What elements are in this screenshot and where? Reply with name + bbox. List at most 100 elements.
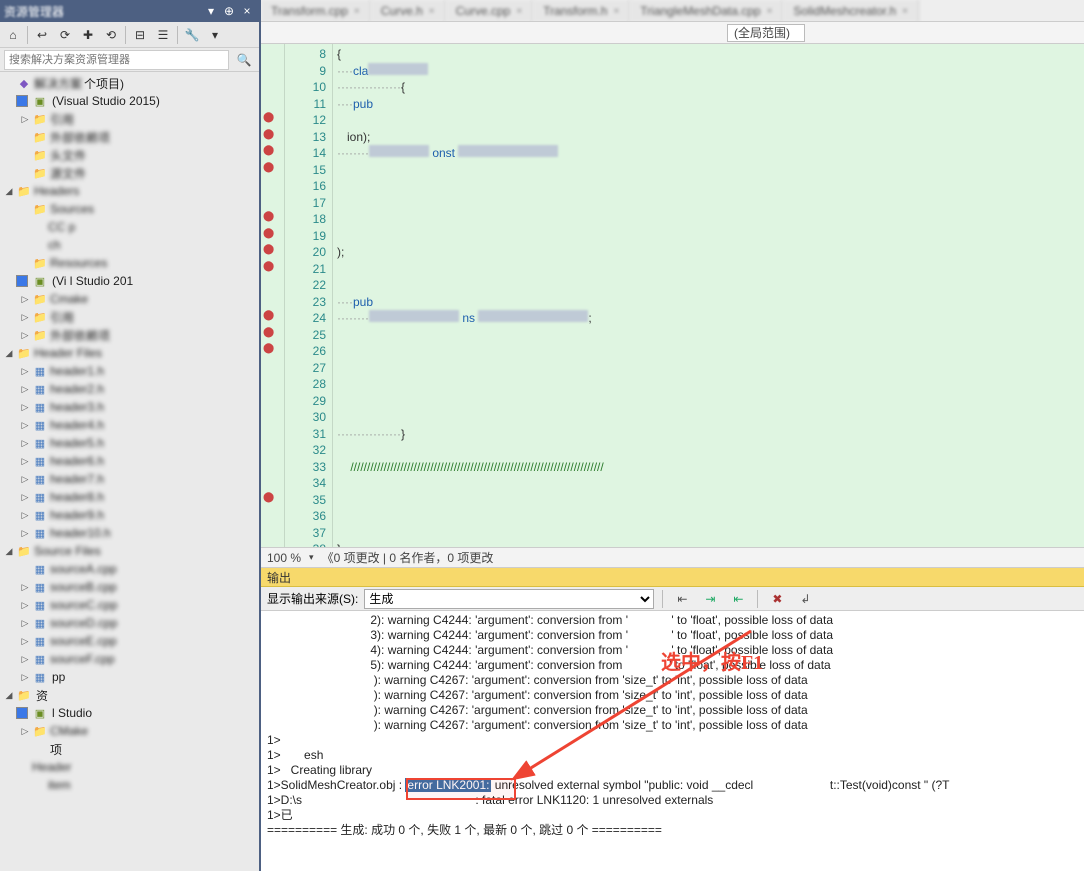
expand-arrow-icon[interactable]: ◢ — [4, 186, 14, 197]
tree-node[interactable]: ◆解决方案 个项目) — [0, 74, 259, 92]
tree-node[interactable]: ▷▦sourceE.cpp — [0, 632, 259, 650]
checkbox-icon[interactable] — [16, 707, 28, 719]
close-icon[interactable]: × — [239, 3, 255, 19]
tree-node[interactable]: ▷▦sourceF.cpp — [0, 650, 259, 668]
output-text[interactable]: 2): warning C4244: 'argument': conversio… — [261, 611, 1084, 871]
zoom-level[interactable]: 100 % — [267, 551, 301, 565]
tree-node[interactable]: 📁外部依赖项 — [0, 128, 259, 146]
search-icon[interactable]: 🔍 — [233, 49, 255, 71]
tree-node[interactable]: ▷▦header10.h — [0, 524, 259, 542]
expand-arrow-icon[interactable]: ◢ — [4, 348, 14, 359]
expand-arrow-icon[interactable]: ▷ — [20, 330, 30, 341]
expand-arrow-icon[interactable]: ◢ — [4, 546, 14, 557]
refresh-icon[interactable]: ⟲ — [100, 24, 122, 46]
tree-node[interactable]: 📁Resources — [0, 254, 259, 272]
expand-arrow-icon[interactable]: ▷ — [20, 654, 30, 665]
expand-arrow-icon[interactable]: ▷ — [20, 294, 30, 305]
breakpoint-icon[interactable]: ⬤ — [263, 112, 283, 126]
goto-message-icon[interactable]: ⇥ — [699, 589, 721, 609]
tree-node[interactable]: CC p — [0, 218, 259, 236]
tree-node[interactable]: ▷▦header3.h — [0, 398, 259, 416]
expand-arrow-icon[interactable]: ▷ — [20, 726, 30, 737]
editor-tab[interactable]: Transform.cpp× — [261, 0, 371, 22]
breakpoint-icon[interactable]: ⬤ — [263, 310, 283, 324]
tree-node[interactable]: 项 — [0, 740, 259, 758]
pin-icon[interactable]: ⊕ — [221, 3, 237, 19]
expand-arrow-icon[interactable]: ▷ — [20, 672, 30, 683]
search-input[interactable] — [4, 50, 229, 70]
goto-prev-icon[interactable]: ⇤ — [671, 589, 693, 609]
expand-arrow-icon[interactable]: ▷ — [20, 456, 30, 467]
tree-node[interactable]: Header — [0, 758, 259, 776]
expand-arrow-icon[interactable]: ▷ — [20, 636, 30, 647]
expand-arrow-icon[interactable]: ▷ — [20, 492, 30, 503]
breakpoint-icon[interactable]: ⬤ — [263, 211, 283, 225]
checkbox-icon[interactable] — [16, 95, 28, 107]
tab-close-icon[interactable]: × — [902, 6, 908, 17]
expand-arrow-icon[interactable]: ▷ — [20, 114, 30, 125]
tab-close-icon[interactable]: × — [354, 6, 360, 17]
more-icon[interactable]: ▾ — [204, 24, 226, 46]
tree-node[interactable]: ▷▦header5.h — [0, 434, 259, 452]
tree-node[interactable]: ▷▦header9.h — [0, 506, 259, 524]
tree-node[interactable]: ▷▦sourceB.cpp — [0, 578, 259, 596]
editor-tab[interactable]: Curve.cpp× — [446, 0, 534, 22]
tab-close-icon[interactable]: × — [516, 6, 522, 17]
breakpoint-icon[interactable]: ⬤ — [263, 244, 283, 258]
breakpoint-icon[interactable]: ⬤ — [263, 228, 283, 242]
tree-node[interactable]: ▷▦header2.h — [0, 380, 259, 398]
tree-node[interactable]: ▷▦header8.h — [0, 488, 259, 506]
breakpoint-icon[interactable]: ⬤ — [263, 162, 283, 176]
expand-arrow-icon[interactable]: ▷ — [20, 366, 30, 377]
checkbox-icon[interactable] — [16, 275, 28, 287]
goto-next-icon[interactable]: ⇤ — [727, 589, 749, 609]
expand-arrow-icon[interactable]: ▷ — [20, 384, 30, 395]
tree-node[interactable]: ▷📁引用 — [0, 110, 259, 128]
tree-node[interactable]: ◢📁Source Files — [0, 542, 259, 560]
tree-node[interactable]: ▷▦ pp — [0, 668, 259, 686]
tree-node[interactable]: 📁Sources — [0, 200, 259, 218]
back-icon[interactable]: ↩ — [31, 24, 53, 46]
tree-node[interactable]: ▷📁CMake — [0, 722, 259, 740]
expand-arrow-icon[interactable]: ▷ — [20, 402, 30, 413]
tab-close-icon[interactable]: × — [429, 6, 435, 17]
editor-tab[interactable]: SolidMeshcreator.h× — [783, 0, 919, 22]
breakpoint-icon[interactable]: ⬤ — [263, 327, 283, 341]
scope-dropdown[interactable]: (全局范围) — [727, 24, 805, 42]
code-surface[interactable]: {····cla················{····pub ion);··… — [333, 44, 1084, 547]
tree-node[interactable]: ▷▦sourceC.cpp — [0, 596, 259, 614]
solution-tree[interactable]: ◆解决方案 个项目)▣ (Visual Studio 2015)▷📁引用📁外部依… — [0, 72, 259, 871]
sync-icon[interactable]: ⟳ — [54, 24, 76, 46]
breakpoint-icon[interactable]: ⬤ — [263, 129, 283, 143]
expand-arrow-icon[interactable]: ▷ — [20, 474, 30, 485]
wrench-icon[interactable]: 🔧 — [181, 24, 203, 46]
tree-node[interactable]: 📁源文件 — [0, 164, 259, 182]
expand-arrow-icon[interactable]: ▷ — [20, 510, 30, 521]
tab-close-icon[interactable]: × — [767, 6, 773, 17]
properties-icon[interactable]: ☰ — [152, 24, 174, 46]
editor-tab[interactable]: Curve.h× — [371, 0, 446, 22]
expand-arrow-icon[interactable]: ▷ — [20, 528, 30, 539]
tree-node[interactable]: ▷▦header4.h — [0, 416, 259, 434]
new-icon[interactable]: ✚ — [77, 24, 99, 46]
tree-node[interactable]: ▷▦header7.h — [0, 470, 259, 488]
tree-node[interactable]: ▷📁外部依赖项 — [0, 326, 259, 344]
tree-node[interactable]: ▷▦header1.h — [0, 362, 259, 380]
tree-node[interactable]: ◢📁Header Files — [0, 344, 259, 362]
tree-node[interactable]: ▷▦sourceD.cpp — [0, 614, 259, 632]
editor-tab[interactable]: Transform.h× — [533, 0, 630, 22]
code-editor[interactable]: ⬤⬤⬤⬤⬤⬤⬤⬤⬤⬤⬤⬤ 891011121314151617181920212… — [261, 44, 1084, 547]
expand-arrow-icon[interactable]: ▷ — [20, 618, 30, 629]
breakpoint-icon[interactable]: ⬤ — [263, 343, 283, 357]
wrap-icon[interactable]: ↲ — [794, 589, 816, 609]
tree-node[interactable]: ◢📁Headers — [0, 182, 259, 200]
expand-arrow-icon[interactable]: ▷ — [20, 420, 30, 431]
tab-close-icon[interactable]: × — [613, 6, 619, 17]
tree-node[interactable]: ▣ (Visual Studio 2015) — [0, 92, 259, 110]
tree-node[interactable]: item — [0, 776, 259, 794]
editor-tab[interactable]: TriangleMeshData.cpp× — [630, 0, 783, 22]
breakpoint-icon[interactable]: ⬤ — [263, 261, 283, 275]
expand-arrow-icon[interactable]: ▷ — [20, 582, 30, 593]
output-source-select[interactable]: 生成 — [364, 589, 654, 609]
dropdown-icon[interactable]: ▾ — [203, 3, 219, 19]
